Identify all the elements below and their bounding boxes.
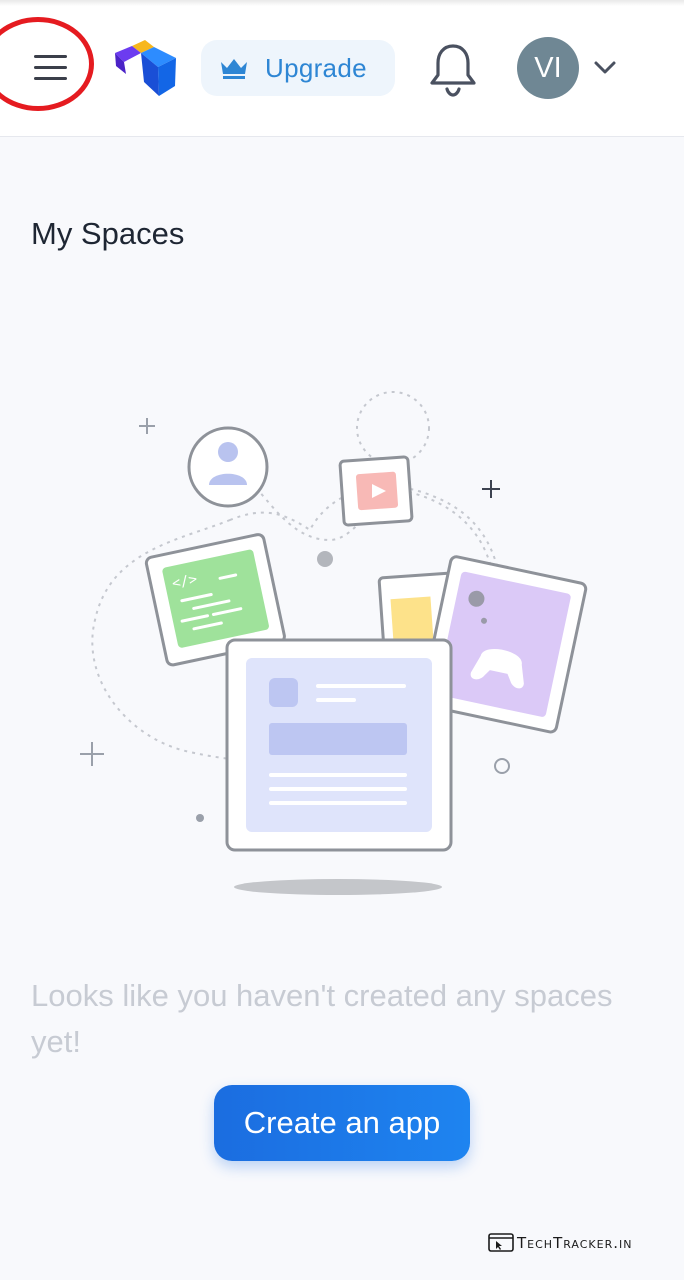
app-logo-icon[interactable]: [112, 38, 178, 98]
watermark-text: TechTracker.in: [517, 1234, 633, 1252]
empty-spaces-illustration: </>: [80, 391, 588, 895]
page-title: My Spaces: [31, 216, 185, 251]
empty-state-message: Looks like you haven't created any space…: [31, 978, 613, 1059]
top-app-bar: Upgrade VI: [0, 0, 684, 137]
bell-icon[interactable]: [426, 40, 480, 98]
user-avatar[interactable]: VI: [517, 37, 579, 99]
hamburger-menu-icon[interactable]: [22, 44, 78, 90]
create-app-button[interactable]: Create an app: [214, 1085, 470, 1161]
crown-icon: [221, 59, 247, 79]
upgrade-label: Upgrade: [265, 52, 367, 83]
watermark: TechTracker.in: [488, 1233, 632, 1253]
status-shadow: [0, 0, 684, 6]
upgrade-button[interactable]: Upgrade: [201, 40, 395, 96]
chevron-down-icon[interactable]: [591, 56, 619, 78]
browser-cursor-icon: [488, 1233, 514, 1252]
